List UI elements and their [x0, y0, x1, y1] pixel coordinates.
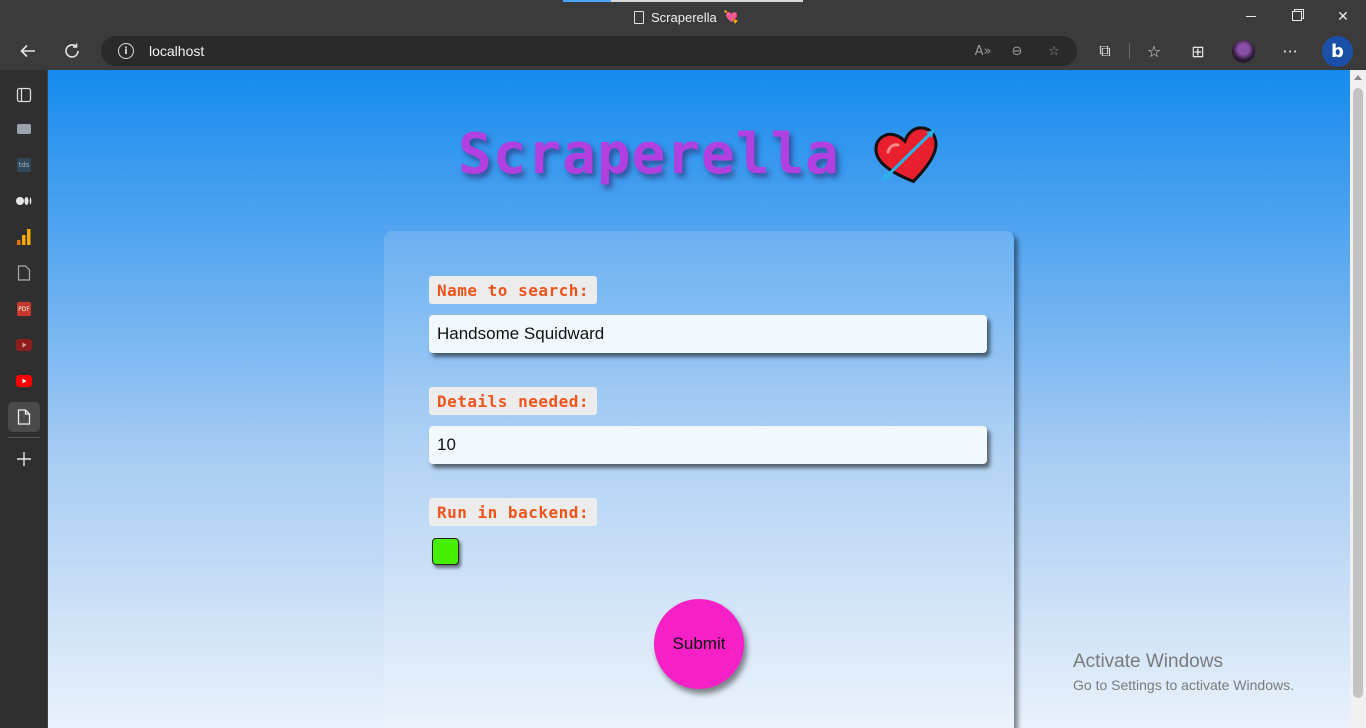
toolbar-separator	[1129, 43, 1130, 59]
sidebar-divider	[8, 437, 40, 438]
reading-icon	[17, 124, 31, 134]
medium-icon	[16, 197, 32, 205]
tab-title: Scraperella	[651, 9, 717, 25]
active-page-icon	[17, 409, 31, 425]
url-text[interactable]: localhost	[149, 43, 204, 59]
heart-with-arrow-icon	[874, 125, 938, 183]
favorites-icon[interactable]: ☆	[1139, 36, 1169, 66]
sidebar-tab-active[interactable]	[8, 402, 40, 432]
sidebar-tab-tds[interactable]: tds	[8, 150, 40, 180]
more-icon[interactable]: ···	[1275, 36, 1305, 66]
page-title: Scraperella	[458, 122, 840, 187]
new-tab-button[interactable]	[8, 444, 40, 474]
analytics-icon	[17, 229, 31, 245]
sidebar-tab-medium[interactable]	[8, 186, 40, 216]
watermark-title: Activate Windows	[1073, 651, 1223, 672]
bing-icon[interactable]: b	[1322, 36, 1353, 67]
pdf-icon: PDF	[17, 302, 31, 316]
refresh-icon	[65, 43, 79, 58]
tab-title-emoji: 💘	[723, 10, 739, 24]
run-in-backend-checkbox[interactable]	[432, 538, 459, 565]
zoom-out-icon[interactable]: ⊖	[1007, 42, 1027, 60]
tds-icon: tds	[17, 158, 31, 172]
extensions-icon[interactable]: ⧉	[1090, 36, 1120, 66]
details-label: Details needed:	[429, 387, 597, 415]
watermark-subtitle: Go to Settings to activate Windows.	[1073, 677, 1294, 693]
youtube-icon	[16, 375, 32, 387]
minimize-button[interactable]	[1228, 0, 1274, 32]
title-bar: Scraperella 💘 ✕	[0, 0, 1366, 32]
restore-icon	[1292, 11, 1302, 21]
activate-windows-watermark: Activate Windows Go to Settings to activ…	[1073, 651, 1294, 693]
sidebar-tab-pdf[interactable]: PDF	[8, 294, 40, 324]
name-label: Name to search:	[429, 276, 597, 304]
page-heading: Scraperella	[458, 122, 942, 187]
back-icon	[20, 44, 35, 58]
sidebar-tab-youtube-2[interactable]	[8, 366, 40, 396]
tab-indicator-left	[563, 0, 611, 2]
read-aloud-icon[interactable]: A»	[973, 42, 993, 60]
minimize-icon	[1246, 15, 1256, 17]
vertical-scrollbar[interactable]	[1350, 70, 1366, 728]
submit-button[interactable]: Submit	[654, 599, 744, 689]
tab-actions-button[interactable]	[8, 80, 40, 110]
site-info-icon[interactable]: i	[118, 43, 134, 59]
refresh-button[interactable]	[56, 36, 88, 66]
vertical-tabs-sidebar: tds PDF	[0, 70, 48, 728]
navigation-bar: i localhost A» ⊖ ☆ ⧉ ☆ ⊞ ··· b	[0, 32, 1366, 70]
details-input[interactable]	[429, 426, 987, 464]
close-icon: ✕	[1337, 7, 1349, 24]
add-icon	[17, 452, 31, 466]
tab-indicator-active	[611, 0, 803, 2]
profile-avatar[interactable]	[1232, 40, 1255, 63]
backend-label: Run in backend:	[429, 498, 597, 526]
name-input[interactable]	[429, 315, 987, 353]
add-favorite-icon[interactable]: ☆	[1044, 42, 1064, 60]
tab-strip[interactable]	[563, 0, 803, 2]
sidebar-tab-document[interactable]	[8, 258, 40, 288]
active-tab[interactable]: Scraperella 💘	[634, 8, 739, 26]
sidebar-tab-youtube-1[interactable]	[8, 330, 40, 360]
youtube-dark-icon	[16, 339, 32, 351]
close-button[interactable]: ✕	[1320, 0, 1366, 32]
address-bar[interactable]: i localhost A» ⊖ ☆	[101, 36, 1077, 66]
back-button[interactable]	[12, 36, 44, 66]
page-viewport: Scraperella Name to search: Details need…	[48, 70, 1350, 728]
scroll-up-arrow-icon[interactable]	[1354, 75, 1362, 80]
scroll-thumb[interactable]	[1353, 88, 1363, 698]
sidebar-tab-analytics[interactable]	[8, 222, 40, 252]
restore-button[interactable]	[1274, 0, 1320, 32]
collections-icon[interactable]: ⊞	[1183, 36, 1213, 66]
page-icon	[634, 10, 644, 24]
sidebar-tab-reading[interactable]	[8, 114, 40, 144]
search-form-card: Name to search: Details needed: Run in b…	[384, 231, 1014, 728]
tab-actions-icon	[16, 87, 32, 103]
document-icon	[17, 265, 31, 281]
